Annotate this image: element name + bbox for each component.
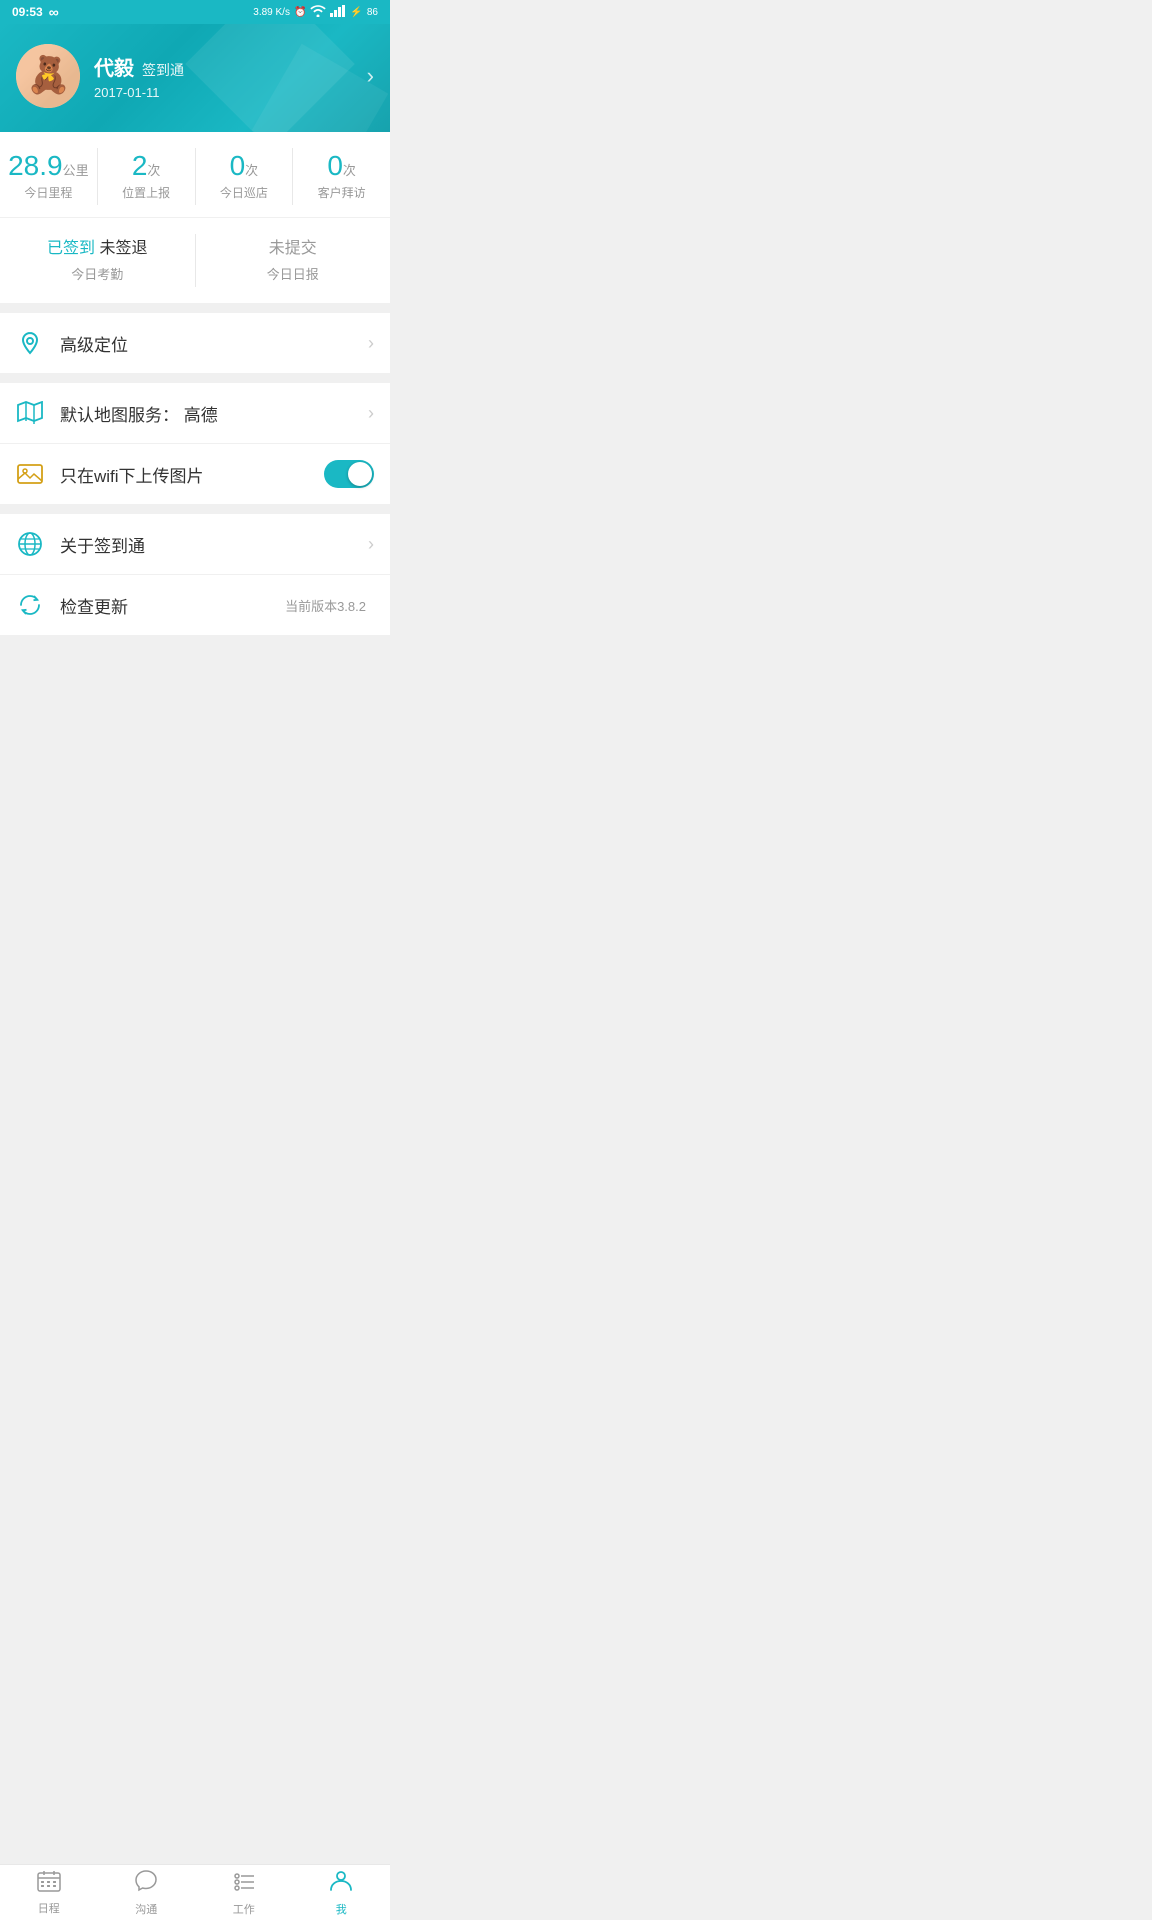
stat-visit: 0次 客户拜访 <box>293 148 390 205</box>
status-pending: 未提交 <box>269 240 317 257</box>
tab-me[interactable]: 我 <box>293 1865 391 1920</box>
divider-3 <box>0 504 390 514</box>
stat-patrol-label: 今日巡店 <box>196 184 293 201</box>
wifi-icon <box>310 5 326 20</box>
stat-distance-label: 今日里程 <box>0 184 97 201</box>
checkin-status: 已签到 未签退 <box>0 238 195 260</box>
stat-visit-value: 0次 <box>293 152 390 180</box>
tab-me-label: 我 <box>336 1901 347 1917</box>
stat-patrol-value: 0次 <box>196 152 293 180</box>
stat-location: 2次 位置上报 <box>98 148 196 205</box>
chat-icon <box>134 1869 158 1899</box>
tab-work[interactable]: 工作 <box>195 1865 293 1920</box>
avatar <box>16 44 80 108</box>
stat-visit-label: 客户拜访 <box>293 184 390 201</box>
globe-icon <box>16 530 44 558</box>
header-info-group: 代毅 签到通 2017-01-11 <box>16 44 184 108</box>
menu-chevron-advanced-location: › <box>368 333 374 354</box>
checkin-label: 今日考勤 <box>0 264 195 283</box>
charging-icon: ⚡ <box>350 7 362 18</box>
menu-label-advanced-location: 高级定位 <box>60 331 368 356</box>
user-info: 代毅 签到通 2017-01-11 <box>94 52 184 100</box>
menu-section-2: 默认地图服务： 高德 › 只在wifi下上传图片 <box>0 383 390 504</box>
status-time: 09:53 <box>12 5 43 19</box>
menu-item-update[interactable]: 检查更新 当前版本3.8.2 <box>0 575 390 635</box>
tab-schedule[interactable]: 日程 <box>0 1865 98 1920</box>
status-right: 3.89 K/s ⏰ ⚡ <box>253 5 378 20</box>
user-date: 2017-01-11 <box>94 85 184 100</box>
tab-schedule-label: 日程 <box>38 1900 60 1916</box>
location-icon <box>16 329 44 357</box>
menu-item-advanced-location[interactable]: 高级定位 › <box>0 313 390 373</box>
stat-visit-unit: 次 <box>343 163 356 178</box>
menu-label-update: 检查更新 <box>60 593 285 618</box>
stat-location-unit: 次 <box>147 163 160 178</box>
signal-icon <box>330 5 346 20</box>
person-icon <box>329 1869 353 1899</box>
calendar-icon <box>37 1870 61 1898</box>
infinity-icon: ∞ <box>49 4 59 20</box>
attendance-checkin[interactable]: 已签到 未签退 今日考勤 <box>0 234 196 287</box>
network-speed: 3.89 K/s <box>253 7 290 18</box>
user-name-row: 代毅 签到通 <box>94 52 184 81</box>
clock-icon: ⏰ <box>294 7 306 18</box>
refresh-icon <box>16 591 44 619</box>
stat-patrol-unit: 次 <box>245 163 258 178</box>
tab-work-label: 工作 <box>233 1901 255 1917</box>
attendance-daily[interactable]: 未提交 今日日报 <box>196 234 391 287</box>
stats-section: 28.9公里 今日里程 2次 位置上报 0次 今日巡店 0次 客户拜访 <box>0 132 390 217</box>
menu-label-about: 关于签到通 <box>60 532 368 557</box>
status-signed: 已签到 <box>47 240 95 257</box>
app-name: 签到通 <box>142 60 184 80</box>
toggle-knob <box>348 462 372 486</box>
status-unsigned: 未签退 <box>99 240 147 257</box>
profile-header[interactable]: 代毅 签到通 2017-01-11 › <box>0 24 390 132</box>
map-icon <box>16 399 44 427</box>
menu-item-about[interactable]: 关于签到通 › <box>0 514 390 575</box>
menu-label-wifi-upload: 只在wifi下上传图片 <box>60 462 324 487</box>
attendance-section: 已签到 未签退 今日考勤 未提交 今日日报 <box>0 218 390 303</box>
wifi-upload-toggle[interactable] <box>324 460 374 488</box>
tab-chat[interactable]: 沟通 <box>98 1865 196 1920</box>
menu-chevron-about: › <box>368 534 374 555</box>
stat-patrol: 0次 今日巡店 <box>196 148 294 205</box>
stat-location-value: 2次 <box>98 152 195 180</box>
user-name: 代毅 <box>94 52 134 81</box>
tab-bar: 日程 沟通 工作 我 <box>0 1864 390 1920</box>
tab-chat-label: 沟通 <box>135 1901 157 1917</box>
header-chevron-icon[interactable]: › <box>367 63 374 89</box>
status-left: 09:53 ∞ <box>12 4 59 20</box>
status-bar: 09:53 ∞ 3.89 K/s ⏰ <box>0 0 390 24</box>
stat-distance-unit: 公里 <box>63 163 89 178</box>
menu-item-map-service[interactable]: 默认地图服务： 高德 › <box>0 383 390 444</box>
battery-level: 86 <box>367 7 378 18</box>
divider-2 <box>0 373 390 383</box>
stat-distance-value: 28.9公里 <box>0 152 97 180</box>
menu-label-map-service: 默认地图服务： 高德 <box>60 401 368 426</box>
work-icon <box>232 1869 256 1899</box>
image-icon <box>16 460 44 488</box>
stat-location-label: 位置上报 <box>98 184 195 201</box>
menu-item-wifi-upload[interactable]: 只在wifi下上传图片 <box>0 444 390 504</box>
divider-1 <box>0 303 390 313</box>
stat-distance: 28.9公里 今日里程 <box>0 148 98 205</box>
menu-section-3: 关于签到通 › 检查更新 当前版本3.8.2 <box>0 514 390 635</box>
menu-chevron-map-service: › <box>368 403 374 424</box>
menu-section-1: 高级定位 › <box>0 313 390 373</box>
daily-status: 未提交 <box>196 238 391 260</box>
daily-label: 今日日报 <box>196 264 391 283</box>
version-text: 当前版本3.8.2 <box>285 596 366 615</box>
